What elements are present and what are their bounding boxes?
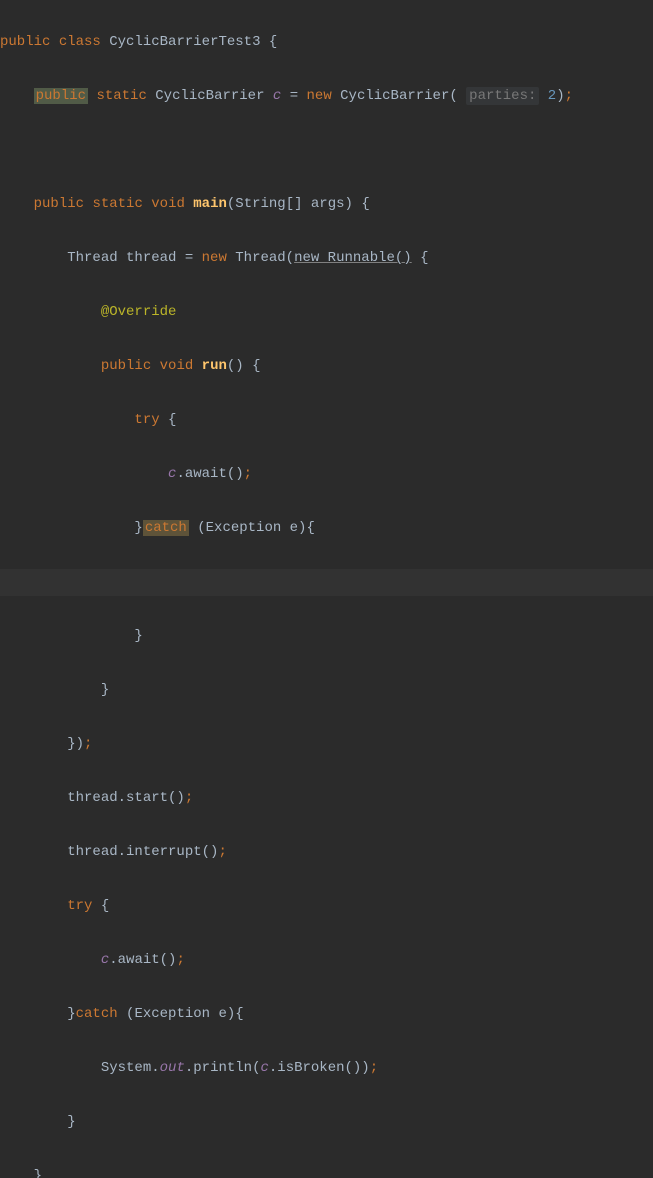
code-line: public static CyclicBarrier c = new Cycl… (0, 83, 653, 110)
close-brace: } (134, 520, 142, 536)
close-paren-brace: }) (67, 736, 84, 752)
method-call: .await() (176, 466, 243, 482)
keyword-try: try (134, 412, 159, 428)
stmt-a: System. (101, 1060, 160, 1076)
rest: () { (227, 358, 261, 374)
keyword-public: public (101, 358, 151, 374)
code-line: thread.interrupt(); (0, 839, 653, 866)
type-name: CyclicBarrier (155, 88, 264, 104)
close-brace: } (67, 1114, 75, 1130)
code-line: Thread thread = new Thread(new Runnable(… (0, 245, 653, 272)
semicolon: ; (185, 790, 193, 806)
open-brace: { (168, 412, 176, 428)
code-line: } (0, 1163, 653, 1178)
code-line: public void run() { (0, 353, 653, 380)
catch-clause: (Exception e){ (118, 1006, 244, 1022)
static-field-ref: c (101, 952, 109, 968)
code-line: public static void main(String[] args) { (0, 191, 653, 218)
open-brace: { (101, 898, 109, 914)
close-brace: } (101, 682, 109, 698)
semicolon: ; (218, 844, 226, 860)
code-line-current (0, 569, 653, 596)
code-line: }); (0, 731, 653, 758)
class-name: CyclicBarrierTest3 (109, 34, 260, 50)
keyword-try: try (67, 898, 92, 914)
ctor-call: Thread( (227, 250, 294, 266)
stmt: thread.interrupt() (67, 844, 218, 860)
number-literal: 2 (548, 88, 556, 104)
semicolon: ; (565, 88, 573, 104)
static-field-out: out (160, 1060, 185, 1076)
open-brace: { (269, 34, 277, 50)
keyword-new: new (202, 250, 227, 266)
code-line: c.await(); (0, 461, 653, 488)
code-line: } (0, 677, 653, 704)
keyword-void: void (151, 196, 185, 212)
constructor-name: CyclicBarrier (340, 88, 449, 104)
code-line: try { (0, 407, 653, 434)
open-brace: { (412, 250, 429, 266)
keyword-public-highlighted: public (34, 88, 88, 104)
annotation-override: @Override (101, 304, 177, 320)
method-call: .await() (109, 952, 176, 968)
code-line: c.await(); (0, 947, 653, 974)
code-line: }catch (Exception e){ (0, 515, 653, 542)
semicolon: ; (176, 952, 184, 968)
keyword-catch: catch (76, 1006, 118, 1022)
keyword-static: static (96, 88, 146, 104)
close-brace: } (34, 1168, 42, 1178)
code-line: thread.start(); (0, 785, 653, 812)
keyword-public: public (0, 34, 50, 50)
anonymous-runnable: new Runnable() (294, 250, 412, 266)
keyword-new: new (307, 88, 332, 104)
code-editor[interactable]: public class CyclicBarrierTest3 { public… (0, 0, 653, 1178)
keyword-class: class (59, 34, 101, 50)
method-params: (String[] args) (227, 196, 353, 212)
semicolon: ; (244, 466, 252, 482)
keyword-catch-highlighted: catch (143, 520, 189, 536)
stmt: thread.start() (67, 790, 185, 806)
catch-clause: (Exception e){ (189, 520, 315, 536)
keyword-static: static (92, 196, 142, 212)
code-line: @Override (0, 299, 653, 326)
code-line: }catch (Exception e){ (0, 1001, 653, 1028)
code-line: } (0, 623, 653, 650)
code-line: public class CyclicBarrierTest3 { (0, 29, 653, 56)
open-brace: { (361, 196, 369, 212)
close-paren: ) (556, 88, 564, 104)
method-run: run (202, 358, 227, 374)
equals: = (290, 88, 298, 104)
close-brace: } (134, 628, 142, 644)
semicolon: ; (370, 1060, 378, 1076)
code-line: } (0, 1109, 653, 1136)
parameter-hint: parties: (466, 87, 539, 105)
stmt-b: .println( (185, 1060, 261, 1076)
keyword-void: void (160, 358, 194, 374)
code-line-empty (0, 137, 653, 164)
static-field: c (273, 88, 281, 104)
keyword-public: public (34, 196, 84, 212)
semicolon: ; (84, 736, 92, 752)
method-main: main (193, 196, 227, 212)
code-line: System.out.println(c.isBroken()); (0, 1055, 653, 1082)
stmt-d: .isBroken()) (269, 1060, 370, 1076)
decl: Thread thread = (67, 250, 201, 266)
code-line: try { (0, 893, 653, 920)
close-brace: } (67, 1006, 75, 1022)
static-field-ref: c (260, 1060, 268, 1076)
open-paren: ( (449, 88, 466, 104)
